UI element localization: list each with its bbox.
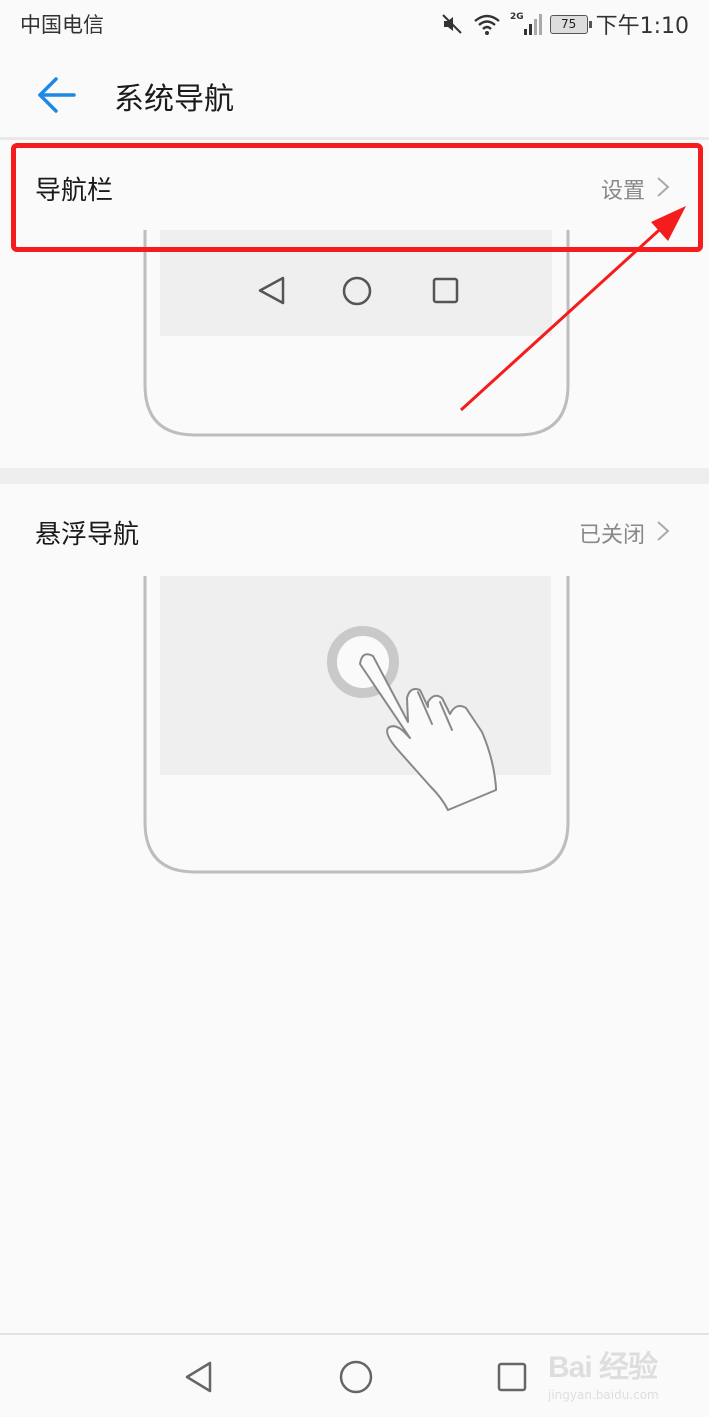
- app-bar: 系统导航: [0, 55, 709, 137]
- floating-nav-setting-card[interactable]: 悬浮导航 已关闭: [0, 484, 709, 884]
- wifi-icon: [473, 14, 500, 35]
- nav-bar-setting-card[interactable]: 导航栏 设置: [0, 140, 709, 468]
- battery-level: 75: [560, 17, 577, 31]
- clock-time: 下午1:10: [595, 14, 689, 39]
- nav-recents-button[interactable]: [490, 1355, 534, 1399]
- setting-value: 已关闭: [578, 523, 645, 548]
- chevron-right-icon: [657, 521, 670, 541]
- square-recents-icon: [497, 1362, 527, 1392]
- section-gap: [0, 468, 709, 484]
- setting-label: 悬浮导航: [35, 520, 140, 550]
- nav-home-button[interactable]: [334, 1355, 378, 1399]
- arrow-left-icon: [38, 77, 76, 113]
- network-type-label: 2G: [510, 12, 524, 22]
- setting-label: 导航栏: [35, 176, 114, 206]
- carrier-label: 中国电信: [20, 13, 104, 37]
- chevron-right-icon: [657, 177, 670, 197]
- floating-nav-illustration: [143, 576, 570, 874]
- nav-back-button[interactable]: [178, 1355, 222, 1399]
- nav-bar-illustration: [143, 230, 570, 437]
- back-button[interactable]: [26, 67, 86, 123]
- watermark-brand: Bai 经验: [548, 1351, 658, 1384]
- signal-icon: 2G: [510, 12, 542, 35]
- circle-home-icon: [339, 1360, 373, 1394]
- watermark-url: jingyan.baidu.com: [548, 1388, 659, 1402]
- triangle-back-icon: [185, 1361, 212, 1393]
- status-icons: 2G 75 下午1:10: [440, 9, 689, 39]
- battery-icon: 75: [549, 14, 592, 34]
- status-bar: 中国电信 2G 75 下午1:10: [0, 0, 709, 50]
- mute-icon: [441, 14, 462, 34]
- page-title: 系统导航: [114, 82, 234, 117]
- setting-value: 设置: [600, 179, 645, 204]
- baidu-watermark: Bai 经验 jingyan.baidu.com: [540, 1340, 700, 1410]
